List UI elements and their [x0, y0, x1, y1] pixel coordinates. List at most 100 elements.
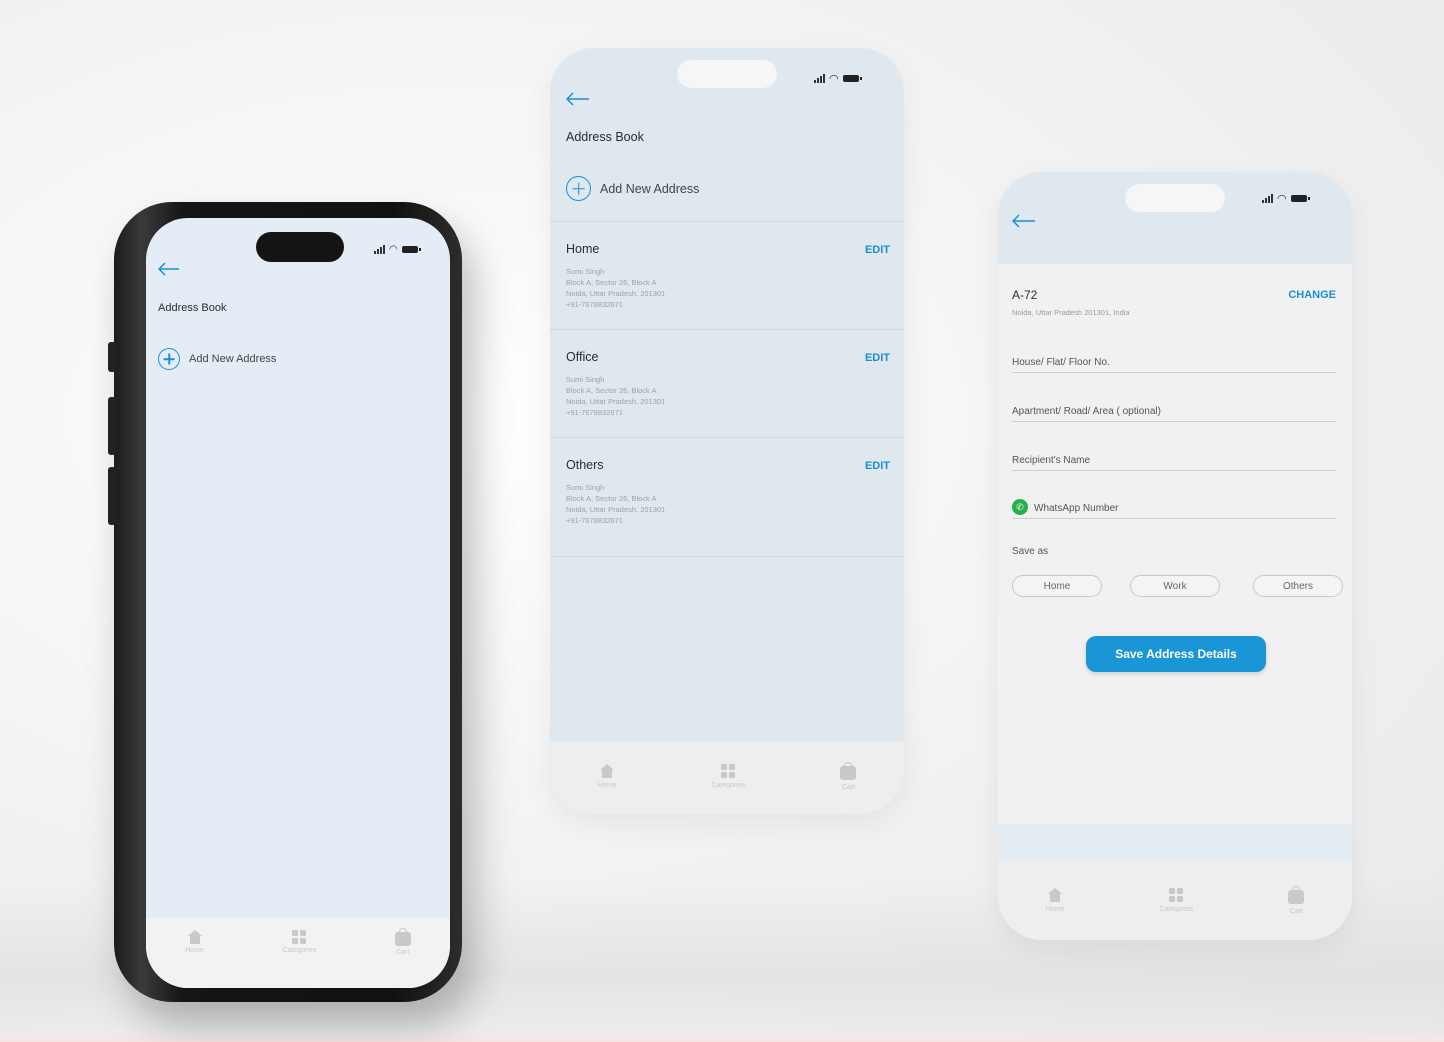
bottom-edge: [0, 1038, 1444, 1042]
address-line: Block A, Sector 26, Block A: [566, 494, 657, 503]
add-new-address-label: Add New Address: [600, 181, 700, 196]
whatsapp-icon: ✆: [1012, 499, 1028, 515]
bottom-nav: Home Categories Cart: [998, 886, 1352, 915]
edit-button[interactable]: EDIT: [865, 352, 890, 364]
recipient-name-field[interactable]: Recipient's Name: [1012, 446, 1336, 471]
status-bar: ◠: [1262, 192, 1310, 205]
screen-footer-strip: [998, 824, 1352, 860]
address-card-others[interactable]: Others EDIT Sumi Singh Block A, Sector 2…: [550, 437, 904, 557]
address-line: +91-7678832671: [566, 408, 623, 417]
save-address-button[interactable]: Save Address Details: [1086, 636, 1266, 672]
nav-cart-label: Cart: [396, 949, 410, 956]
edit-button[interactable]: EDIT: [865, 460, 890, 472]
volume-up-button: [108, 397, 116, 455]
nav-home-label: Home: [185, 947, 204, 954]
signal-icon: [814, 74, 825, 83]
battery-icon: [401, 246, 421, 253]
home-icon: [187, 930, 202, 944]
nav-home[interactable]: Home: [597, 764, 617, 789]
save-as-others-option[interactable]: Others: [1253, 575, 1343, 597]
save-as-home-option[interactable]: Home: [1012, 575, 1102, 597]
back-arrow-icon[interactable]: [158, 262, 180, 276]
bag-icon: [840, 762, 857, 780]
address-card-home[interactable]: Home EDIT Sumi Singh Block A, Sector 26,…: [550, 221, 904, 330]
wifi-icon: ◠: [829, 73, 839, 85]
address-card-office[interactable]: Office EDIT Sumi Singh Block A, Sector 2…: [550, 329, 904, 438]
edit-button[interactable]: EDIT: [865, 244, 890, 256]
dynamic-island: [677, 60, 777, 88]
add-new-address-button[interactable]: Add New Address: [158, 348, 276, 370]
save-as-label: Save as: [1012, 546, 1049, 557]
address-line: Noida, Uttar Pradesh, 201301: [566, 397, 666, 406]
battery-icon: [1290, 195, 1310, 202]
nav-cart[interactable]: Cart: [1288, 886, 1305, 915]
nav-cart[interactable]: Cart: [394, 928, 411, 956]
nav-home-label: Home: [1045, 906, 1065, 913]
wifi-icon: ◠: [389, 244, 398, 255]
home-icon: [599, 764, 614, 778]
bottom-nav: Home Categories Cart: [146, 928, 450, 956]
address-line: +91-7678832671: [566, 516, 623, 525]
address-line: Block A, Sector 26, Block A: [566, 386, 657, 395]
change-location-button[interactable]: CHANGE: [1288, 289, 1336, 301]
nav-home[interactable]: Home: [185, 930, 204, 954]
recipient-field-placeholder: Recipient's Name: [1012, 455, 1091, 466]
phone-address-book: ◠ Address Book Add New Address Home EDIT…: [550, 48, 904, 814]
volume-down-button: [108, 467, 116, 525]
grid-icon: [721, 764, 736, 778]
home-icon: [1047, 888, 1062, 902]
apartment-field[interactable]: Apartment/ Road/ Area ( optional): [1012, 397, 1336, 422]
bottom-nav: Home Categories Cart: [550, 762, 904, 791]
nav-home[interactable]: Home: [1045, 888, 1065, 913]
signal-icon: [374, 245, 385, 254]
page-title: Address Book: [158, 302, 227, 314]
whatsapp-field-placeholder: WhatsApp Number: [1034, 503, 1119, 514]
house-field-placeholder: House/ Flat/ Floor No.: [1012, 357, 1110, 368]
phone-address-form: ◠ A-72 Noida, Uttar Pradesh 201301, Indi…: [998, 172, 1352, 940]
phone1-screen: ◠ Address Book Add New Address Home Cate…: [146, 218, 450, 988]
bag-icon: [1288, 886, 1305, 904]
battery-icon: [842, 75, 862, 82]
address-name: Home: [566, 242, 600, 256]
nav-cart-label: Cart: [841, 784, 855, 791]
plus-icon: [158, 348, 180, 370]
wifi-icon: ◠: [1277, 193, 1287, 205]
nav-categories[interactable]: Categories: [282, 930, 316, 954]
address-name: Others: [566, 458, 604, 472]
whatsapp-number-field[interactable]: ✆ WhatsApp Number: [1012, 494, 1336, 519]
status-bar: ◠: [814, 72, 862, 85]
dynamic-island: [256, 232, 344, 262]
add-new-address-label: Add New Address: [189, 353, 277, 365]
back-arrow-icon[interactable]: [566, 92, 590, 106]
address-line: Noida, Uttar Pradesh, 201301: [566, 289, 666, 298]
address-line: Block A, Sector 26, Block A: [566, 278, 657, 287]
nav-cart[interactable]: Cart: [840, 762, 857, 791]
house-field[interactable]: House/ Flat/ Floor No.: [1012, 348, 1336, 373]
nav-categories-label: Categories: [711, 782, 746, 789]
signal-icon: [1262, 194, 1273, 203]
bag-icon: [394, 928, 411, 946]
add-new-address-button[interactable]: Add New Address: [566, 176, 699, 201]
address-line: +91-7678832671: [566, 300, 623, 309]
nav-categories[interactable]: Categories: [1159, 888, 1193, 913]
nav-categories-label: Categories: [282, 947, 317, 954]
nav-home-label: Home: [597, 782, 617, 789]
save-as-work-option[interactable]: Work: [1130, 575, 1220, 597]
dynamic-island: [1125, 184, 1225, 212]
back-arrow-icon[interactable]: [1012, 214, 1036, 228]
plus-icon: [566, 176, 591, 201]
address-line: Sumi Singh: [566, 267, 605, 276]
nav-categories-label: Categories: [1159, 906, 1194, 913]
grid-icon: [1169, 888, 1184, 902]
phone-mockup-left: ◠ Address Book Add New Address Home Cate…: [108, 202, 462, 1002]
status-bar: ◠: [374, 244, 421, 255]
address-name: Office: [566, 350, 599, 364]
nav-categories[interactable]: Categories: [711, 764, 745, 789]
address-line: Noida, Uttar Pradesh, 201301: [566, 505, 666, 514]
location-title: A-72: [1012, 288, 1038, 302]
address-line: Sumi Singh: [566, 375, 605, 384]
page-title: Address Book: [566, 130, 644, 144]
address-line: Sumi Singh: [566, 483, 605, 492]
mute-switch: [108, 342, 116, 372]
location-subtitle: Noida, Uttar Pradesh 201301, India: [1012, 308, 1130, 317]
